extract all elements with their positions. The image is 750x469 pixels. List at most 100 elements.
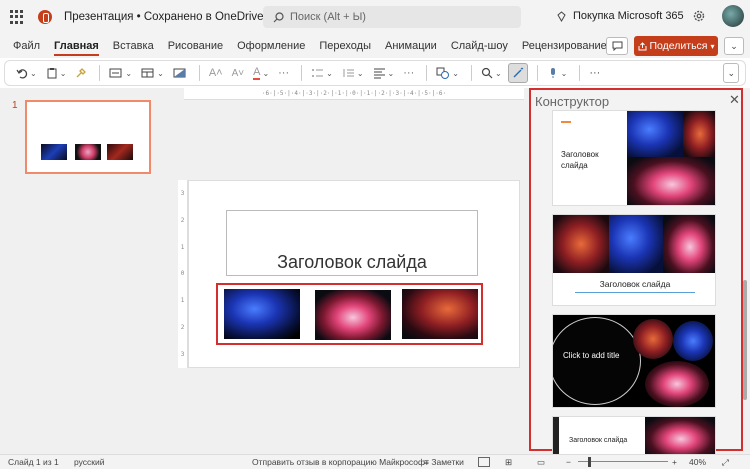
card-image-red-circle xyxy=(633,319,673,359)
card-caption: Click to add title xyxy=(563,351,620,360)
design-idea-card[interactable]: Заголовок слайда xyxy=(552,416,716,456)
slide-title[interactable]: Заголовок слайда xyxy=(226,252,478,273)
new-slide-button[interactable]: ⌄ xyxy=(106,63,135,83)
document-title[interactable]: Презентация • Сохранено в OneDrive xyxy=(64,11,264,23)
align-left-icon xyxy=(373,68,385,79)
paste-button[interactable]: ⌄ xyxy=(43,63,70,83)
card-image-flower-circle xyxy=(645,361,709,407)
brush-icon xyxy=(76,68,87,78)
horizontal-ruler: ·6·|·5·|·4·|·3·|·2·|·1·|·0·|·1·|·2·|·3·|… xyxy=(184,88,524,100)
feedback-link[interactable]: Отправить отзыв в корпорацию Майкрософт xyxy=(252,457,429,467)
vertical-ruler: 3 2 1 0 1 2 3 xyxy=(178,180,188,368)
fit-slide-button[interactable]: ⤢ xyxy=(722,457,729,468)
zoom-in-button[interactable]: + xyxy=(672,457,677,467)
search-icon xyxy=(273,11,284,22)
numbering-button[interactable]: ⌄ xyxy=(339,63,367,83)
more-options-button[interactable]: ··· xyxy=(586,63,603,83)
tab-home[interactable]: Главная xyxy=(47,34,106,58)
notes-label: Заметки xyxy=(431,457,464,467)
tab-file[interactable]: Файл xyxy=(6,34,47,58)
share-button[interactable]: Поделиться ▾ xyxy=(634,36,718,56)
more-icon: ··· xyxy=(278,67,290,79)
more-font-options-button[interactable]: ··· xyxy=(275,63,292,83)
slideshow-view-button[interactable]: ▭ xyxy=(537,457,545,468)
divider xyxy=(301,65,303,81)
tab-animations[interactable]: Анимации xyxy=(378,34,444,58)
ruler-tick: 1 xyxy=(180,243,185,251)
zoom-slider-thumb[interactable] xyxy=(588,457,591,467)
tab-slideshow[interactable]: Слайд-шоу xyxy=(444,34,515,58)
shapes-button[interactable]: ⌄ xyxy=(433,63,462,83)
zoom-level[interactable]: 40% xyxy=(689,457,706,467)
slide-image-pink-flower[interactable] xyxy=(315,290,391,340)
undo-icon xyxy=(16,69,28,79)
background-button[interactable] xyxy=(170,63,190,83)
format-painter-button[interactable] xyxy=(72,63,90,83)
divider xyxy=(536,65,538,81)
bullets-button[interactable]: ⌄ xyxy=(308,63,336,83)
buy-label: Покупка Microsoft 365 xyxy=(573,10,684,22)
slide-number: 1 xyxy=(12,100,18,111)
undo-button[interactable]: ⌄ xyxy=(13,63,40,83)
microphone-button[interactable]: ⌄ xyxy=(544,63,571,83)
slide-thumbnail[interactable] xyxy=(25,100,151,174)
close-icon[interactable]: ✕ xyxy=(729,92,740,108)
card-image-flower xyxy=(627,157,715,205)
ruler-tick: 2 xyxy=(180,216,185,224)
gear-icon[interactable] xyxy=(692,9,706,23)
language-indicator[interactable]: русский xyxy=(74,457,105,467)
design-idea-card[interactable]: Заголовок слайда xyxy=(552,110,716,206)
comment-icon xyxy=(612,41,622,51)
slide-image-red-curls[interactable] xyxy=(402,289,478,339)
sorter-view-button[interactable]: ⊞ xyxy=(505,457,512,468)
avatar[interactable] xyxy=(722,5,744,27)
tab-review[interactable]: Рецензирование xyxy=(515,34,614,58)
design-idea-card[interactable]: Заголовок слайда xyxy=(552,214,716,306)
shrink-font-icon: A˅ xyxy=(231,67,245,79)
tab-insert[interactable]: Вставка xyxy=(106,34,161,58)
tab-transitions[interactable]: Переходы xyxy=(312,34,378,58)
status-bar: Слайд 1 из 1 русский Отправить отзыв в к… xyxy=(0,454,750,469)
slide-image-blue-swirl[interactable] xyxy=(224,289,300,339)
app-launcher-icon[interactable] xyxy=(10,10,24,24)
card-image-blue xyxy=(609,215,663,273)
expand-ribbon-button[interactable]: ⌄ xyxy=(723,63,739,83)
diamond-icon xyxy=(557,10,566,22)
layout-icon xyxy=(141,68,154,78)
collapse-ribbon-button[interactable]: ⌄ xyxy=(724,37,744,55)
caption-underline xyxy=(575,292,695,293)
tab-draw[interactable]: Рисование xyxy=(161,34,230,58)
design-idea-card[interactable]: Click to add title xyxy=(552,314,716,408)
find-button[interactable]: ⌄ xyxy=(478,63,505,83)
search-input[interactable]: Поиск (Alt + Ы) xyxy=(263,6,521,28)
comments-button[interactable] xyxy=(606,37,628,55)
card-side-bar xyxy=(553,417,559,455)
card-image-blue-circle xyxy=(673,321,713,361)
normal-view-button[interactable] xyxy=(478,457,490,467)
card-caption: Заголовок слайда xyxy=(599,279,671,289)
layout-button[interactable]: ⌄ xyxy=(138,63,167,83)
zoom-slider[interactable] xyxy=(578,461,668,462)
grow-font-icon: A˄ xyxy=(208,67,223,79)
ruler-tick: 2 xyxy=(180,324,185,332)
more-paragraph-options-button[interactable]: ··· xyxy=(400,63,417,83)
align-button[interactable]: ⌄ xyxy=(370,63,398,83)
designer-scrollbar[interactable] xyxy=(743,280,747,400)
card-caption: Заголовок слайда xyxy=(569,437,628,444)
shrink-font-button[interactable]: A˅ xyxy=(229,63,248,83)
search-icon xyxy=(481,67,493,79)
more-icon: ··· xyxy=(403,67,415,79)
zoom-out-button[interactable]: − xyxy=(566,457,571,467)
designer-button[interactable] xyxy=(507,63,528,83)
grow-font-button[interactable]: A˄ xyxy=(206,63,226,83)
designer-wand-icon xyxy=(513,67,524,78)
share-icon xyxy=(638,41,646,50)
tab-design[interactable]: Оформление xyxy=(230,34,312,58)
buy-m365-button[interactable]: Покупка Microsoft 365 xyxy=(556,10,684,22)
bullets-icon xyxy=(312,69,324,77)
powerpoint-logo-icon xyxy=(38,10,52,24)
designer-title: Конструктор xyxy=(535,94,610,109)
thumbnail-image-red xyxy=(107,144,133,160)
notes-button[interactable]: ≡ Заметки xyxy=(424,457,464,467)
font-color-button[interactable]: A ⌄ xyxy=(250,63,272,83)
